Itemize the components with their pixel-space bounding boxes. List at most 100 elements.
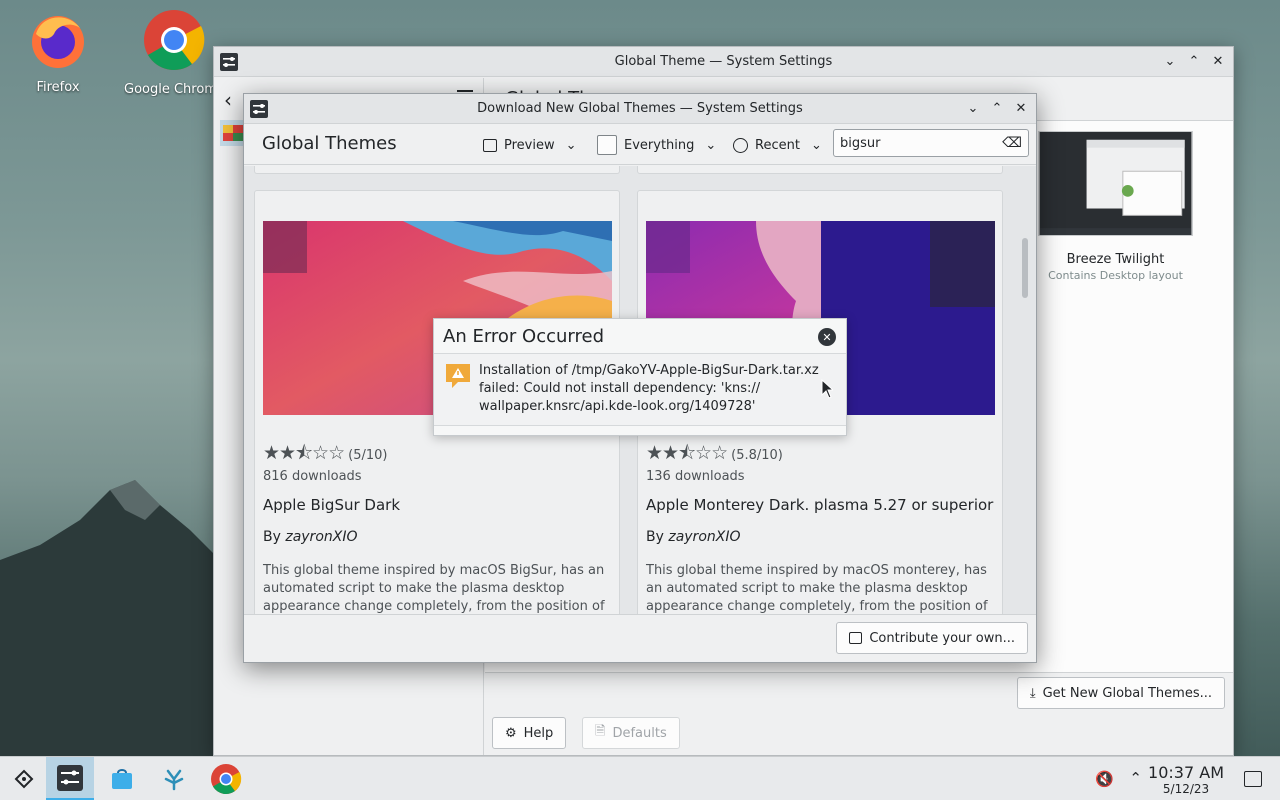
error-line: wallpaper.knsrc/api.kde-look.org/1409728… [479,399,756,414]
application-launcher[interactable] [0,757,48,800]
close-button[interactable]: ✕ [1012,99,1030,117]
clock-icon [733,137,748,153]
desktop-icon-firefox[interactable]: Firefox [10,10,106,95]
taskbar-system-settings[interactable] [46,757,94,800]
dialog-toolbar: Global Themes Preview ⌄ Everything ⌄ Rec… [244,125,1036,165]
error-line: Installation of /tmp/GakoYV-Apple-BigSur… [479,363,819,378]
volume-muted-icon[interactable]: 🔇 [1095,770,1114,788]
maximize-button[interactable]: ⌃ [988,99,1006,117]
rating: ★★⯪☆☆ (5/10) [263,439,387,471]
theme-author: By zayronXIO [263,529,358,545]
preview-label: Preview [504,137,555,153]
rating-score: (5/10) [348,447,388,463]
taskbar-discover[interactable] [98,757,146,800]
help-button[interactable]: ⚙ Help [492,717,567,749]
clear-text-icon[interactable]: ⌫ [1002,135,1022,151]
back-button[interactable]: ‹ [224,88,232,112]
desktop-icon-chrome[interactable]: Google Chrome [124,8,224,97]
chrome-icon [211,764,242,795]
sort-label: Recent [755,137,800,153]
previous-card-edge [637,166,1003,174]
settings-app-icon [220,53,238,71]
taskbar-chrome[interactable] [202,757,250,800]
author-prefix: By [646,529,664,545]
mouse-cursor [821,379,833,399]
theme-subtitle: Contains Desktop layout [1048,269,1183,282]
minimize-button[interactable]: ⌄ [964,99,982,117]
theme-description: This global theme inspired by macOS mont… [646,563,988,614]
chevron-down-icon: ⌄ [810,137,822,153]
store-bag-icon [112,769,132,789]
desktop-icon-label: Firefox [36,80,80,95]
chevron-down-icon: ⌄ [565,137,577,153]
defaults-button[interactable]: 🗎 Defaults [582,717,680,749]
previous-card-edge [254,166,620,174]
defaults-label: Defaults [612,725,667,741]
help-label: Help [523,725,554,741]
coral-icon [164,769,184,791]
search-value: bigsur [840,135,881,151]
search-input[interactable]: bigsur ⌫ [833,129,1029,157]
filter-label: Everything [624,137,695,153]
author-name[interactable]: zayronXIO [668,529,740,545]
scrollbar-handle[interactable] [1022,238,1028,298]
dialog-heading: Global Themes [262,133,397,154]
show-desktop-icon[interactable] [1244,771,1262,787]
help-icon: ⚙ [505,725,517,741]
theme-name: Breeze Twilight [1066,252,1165,267]
dialog-titlebar[interactable]: Download New Global Themes — System Sett… [244,94,1036,124]
taskbar-file-manager[interactable] [150,757,198,800]
dialog-title: Download New Global Themes — System Sett… [477,101,803,116]
checkbox-icon [597,135,617,155]
document-icon: 🗎 [595,724,606,739]
clock-date: 5/12/23 [1162,782,1210,796]
warning-icon [446,364,470,388]
global-theme-icon [223,125,243,141]
window-titlebar[interactable]: Global Theme — System Settings ⌄ ⌃ ✕ [214,47,1233,77]
settings-app-icon [250,100,268,118]
theme-description: This global theme inspired by macOS BigS… [263,563,605,614]
minimize-button[interactable]: ⌄ [1161,52,1179,70]
theme-author: By zayronXIO [646,529,741,545]
download-count: 136 downloads [646,469,745,484]
error-line: failed: Could not install dependency: 'k… [479,381,761,396]
close-button[interactable]: ✕ [1209,52,1227,70]
filter-dropdown[interactable]: Everything ⌄ [597,132,716,158]
rating-score: (5.8/10) [731,447,783,463]
contribute-button[interactable]: Contribute your own... [836,622,1028,654]
rating: ★★⯪☆☆ (5.8/10) [646,439,783,471]
get-new-global-themes-button[interactable]: ⤓ Get New Global Themes... [1016,677,1225,709]
get-new-label: Get New Global Themes... [1042,685,1212,701]
contribute-label: Contribute your own... [869,630,1015,646]
download-icon: ⤓ [1029,685,1036,701]
window-title: Global Theme — System Settings [614,54,833,69]
digital-clock[interactable]: 10:37 AM 5/12/23 [1148,763,1224,796]
theme-preview-image [1038,131,1193,236]
maximize-button[interactable]: ⌃ [1185,52,1203,70]
error-message: Installation of /tmp/GakoYV-Apple-BigSur… [479,362,819,416]
error-close-button[interactable]: ✕ [818,328,836,346]
theme-name[interactable]: Apple BigSur Dark [263,496,400,514]
preview-dropdown[interactable]: Preview ⌄ [483,132,577,158]
author-name[interactable]: zayronXIO [285,529,357,545]
desktop-icon-label: Google Chrome [124,82,224,97]
chrome-icon [144,10,205,71]
taskbar: 🔇 ⌃ 10:37 AM 5/12/23 [0,756,1280,800]
theme-name[interactable]: Apple Monterey Dark. plasma 5.27 or supe… [646,496,993,514]
image-icon [849,632,863,644]
author-prefix: By [263,529,281,545]
error-title: An Error Occurred [443,326,604,347]
rating-stars: ★★⯪☆☆ [646,442,728,464]
chevron-up-icon[interactable]: ⌃ [1129,769,1142,787]
sort-dropdown[interactable]: Recent ⌄ [733,132,822,158]
clock-time: 10:37 AM [1148,763,1224,782]
settings-app-icon [57,764,83,791]
download-count: 816 downloads [263,469,362,484]
image-icon [483,138,497,152]
launcher-icon [14,769,34,789]
chevron-down-icon: ⌄ [705,137,717,153]
error-body: Installation of /tmp/GakoYV-Apple-BigSur… [434,354,846,426]
dialog-footer: Contribute your own... [244,614,1036,662]
theme-tile-breeze-twilight[interactable]: Breeze Twilight Contains Desktop layout [1038,131,1208,282]
firefox-icon [32,16,84,68]
